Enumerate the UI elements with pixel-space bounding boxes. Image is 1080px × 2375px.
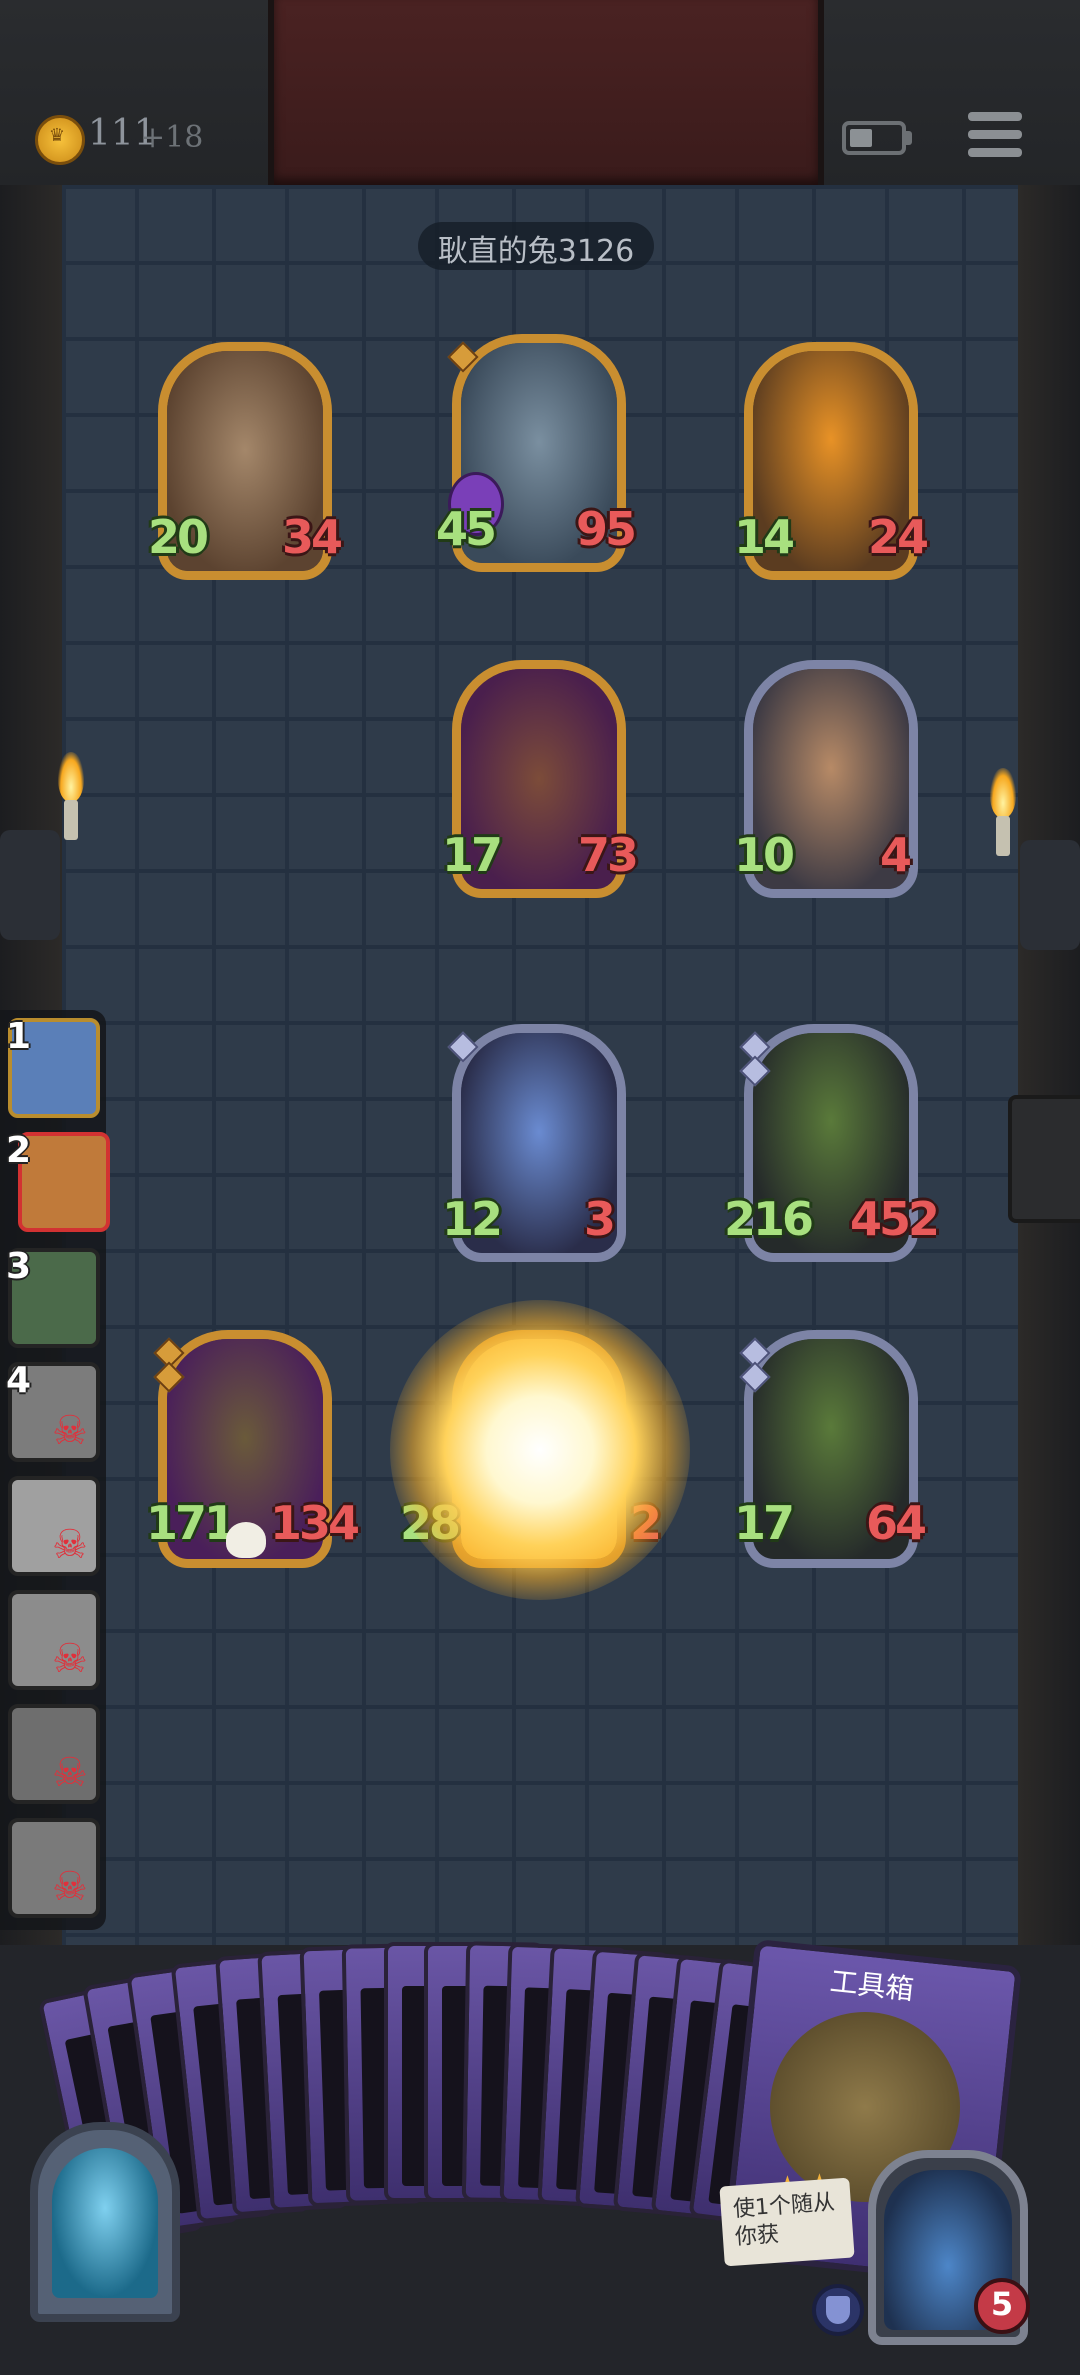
explosion-effect bbox=[390, 1300, 690, 1600]
enemy-card-treant-attack: 20 bbox=[148, 510, 209, 564]
enemy-card-tiki-totem-health: 73 bbox=[578, 828, 639, 882]
player-card-carnivorous-plant-2-health: 64 bbox=[866, 1496, 927, 1550]
featured-card-title: 工具箱 bbox=[828, 1964, 916, 2007]
enemy-card-treant-health: 34 bbox=[282, 510, 343, 564]
queue-number: 2 bbox=[6, 1130, 32, 1171]
player-card-swamp-witch-attack: 171 bbox=[146, 1496, 236, 1550]
gold-income: +18 bbox=[140, 120, 204, 155]
dead-skull-icon: ☠ bbox=[52, 1408, 88, 1454]
queue-number: 4 bbox=[6, 1360, 32, 1401]
armor-shield-icon-inner bbox=[826, 2296, 850, 2324]
left-torch-icon bbox=[56, 752, 86, 840]
enemy-card-tiki-totem-attack: 17 bbox=[442, 828, 503, 882]
crown-icon: ♛ bbox=[48, 125, 66, 146]
queue-number: 1 bbox=[6, 1016, 32, 1057]
queue-number: 3 bbox=[6, 1246, 32, 1287]
menu-icon[interactable] bbox=[968, 110, 1022, 160]
enemy-card-armored-goblin-health: 95 bbox=[576, 502, 637, 556]
dead-skull-icon: ☠ bbox=[52, 1636, 88, 1682]
right-pillar bbox=[1018, 185, 1080, 1945]
dead-skull-icon: ☠ bbox=[52, 1750, 88, 1796]
opponent-name: 耿直的兔3126 bbox=[437, 234, 635, 269]
deathrattle-skull-icon bbox=[226, 1522, 266, 1558]
battery-tip bbox=[906, 131, 912, 145]
door-handle bbox=[1008, 1095, 1080, 1223]
left-torch-bracket bbox=[0, 830, 60, 940]
queue-item-2-selected[interactable] bbox=[18, 1132, 110, 1232]
opponent-curtain bbox=[268, 0, 824, 185]
dead-skull-icon: ☠ bbox=[52, 1864, 88, 1910]
dead-skull-icon: ☠ bbox=[52, 1522, 88, 1568]
enemy-card-armored-goblin-attack: 45 bbox=[436, 502, 497, 556]
enemy-card-pumpkin-ghost-health: 24 bbox=[868, 510, 929, 564]
portal-button[interactable] bbox=[52, 2148, 158, 2298]
hero-health: 5 bbox=[990, 2285, 1014, 2323]
player-card-carnivorous-plant-attack: 216 bbox=[724, 1192, 814, 1246]
featured-card-desc: 使1个随从你获 bbox=[732, 2190, 836, 2251]
enemy-card-detective-health: 4 bbox=[880, 828, 912, 882]
player-card-elf-sorceress-attack: 12 bbox=[442, 1192, 503, 1246]
player-card-carnivorous-plant-health: 452 bbox=[850, 1192, 940, 1246]
right-torch-icon bbox=[988, 768, 1018, 856]
player-card-carnivorous-plant-2-attack: 17 bbox=[734, 1496, 795, 1550]
player-card-elf-sorceress-health: 3 bbox=[584, 1192, 616, 1246]
player-card-swamp-witch-health: 134 bbox=[270, 1496, 360, 1550]
enemy-card-pumpkin-ghost-attack: 14 bbox=[734, 510, 795, 564]
right-torch-bracket bbox=[1020, 840, 1080, 950]
enemy-card-detective-attack: 10 bbox=[734, 828, 795, 882]
battery-level bbox=[850, 129, 872, 147]
